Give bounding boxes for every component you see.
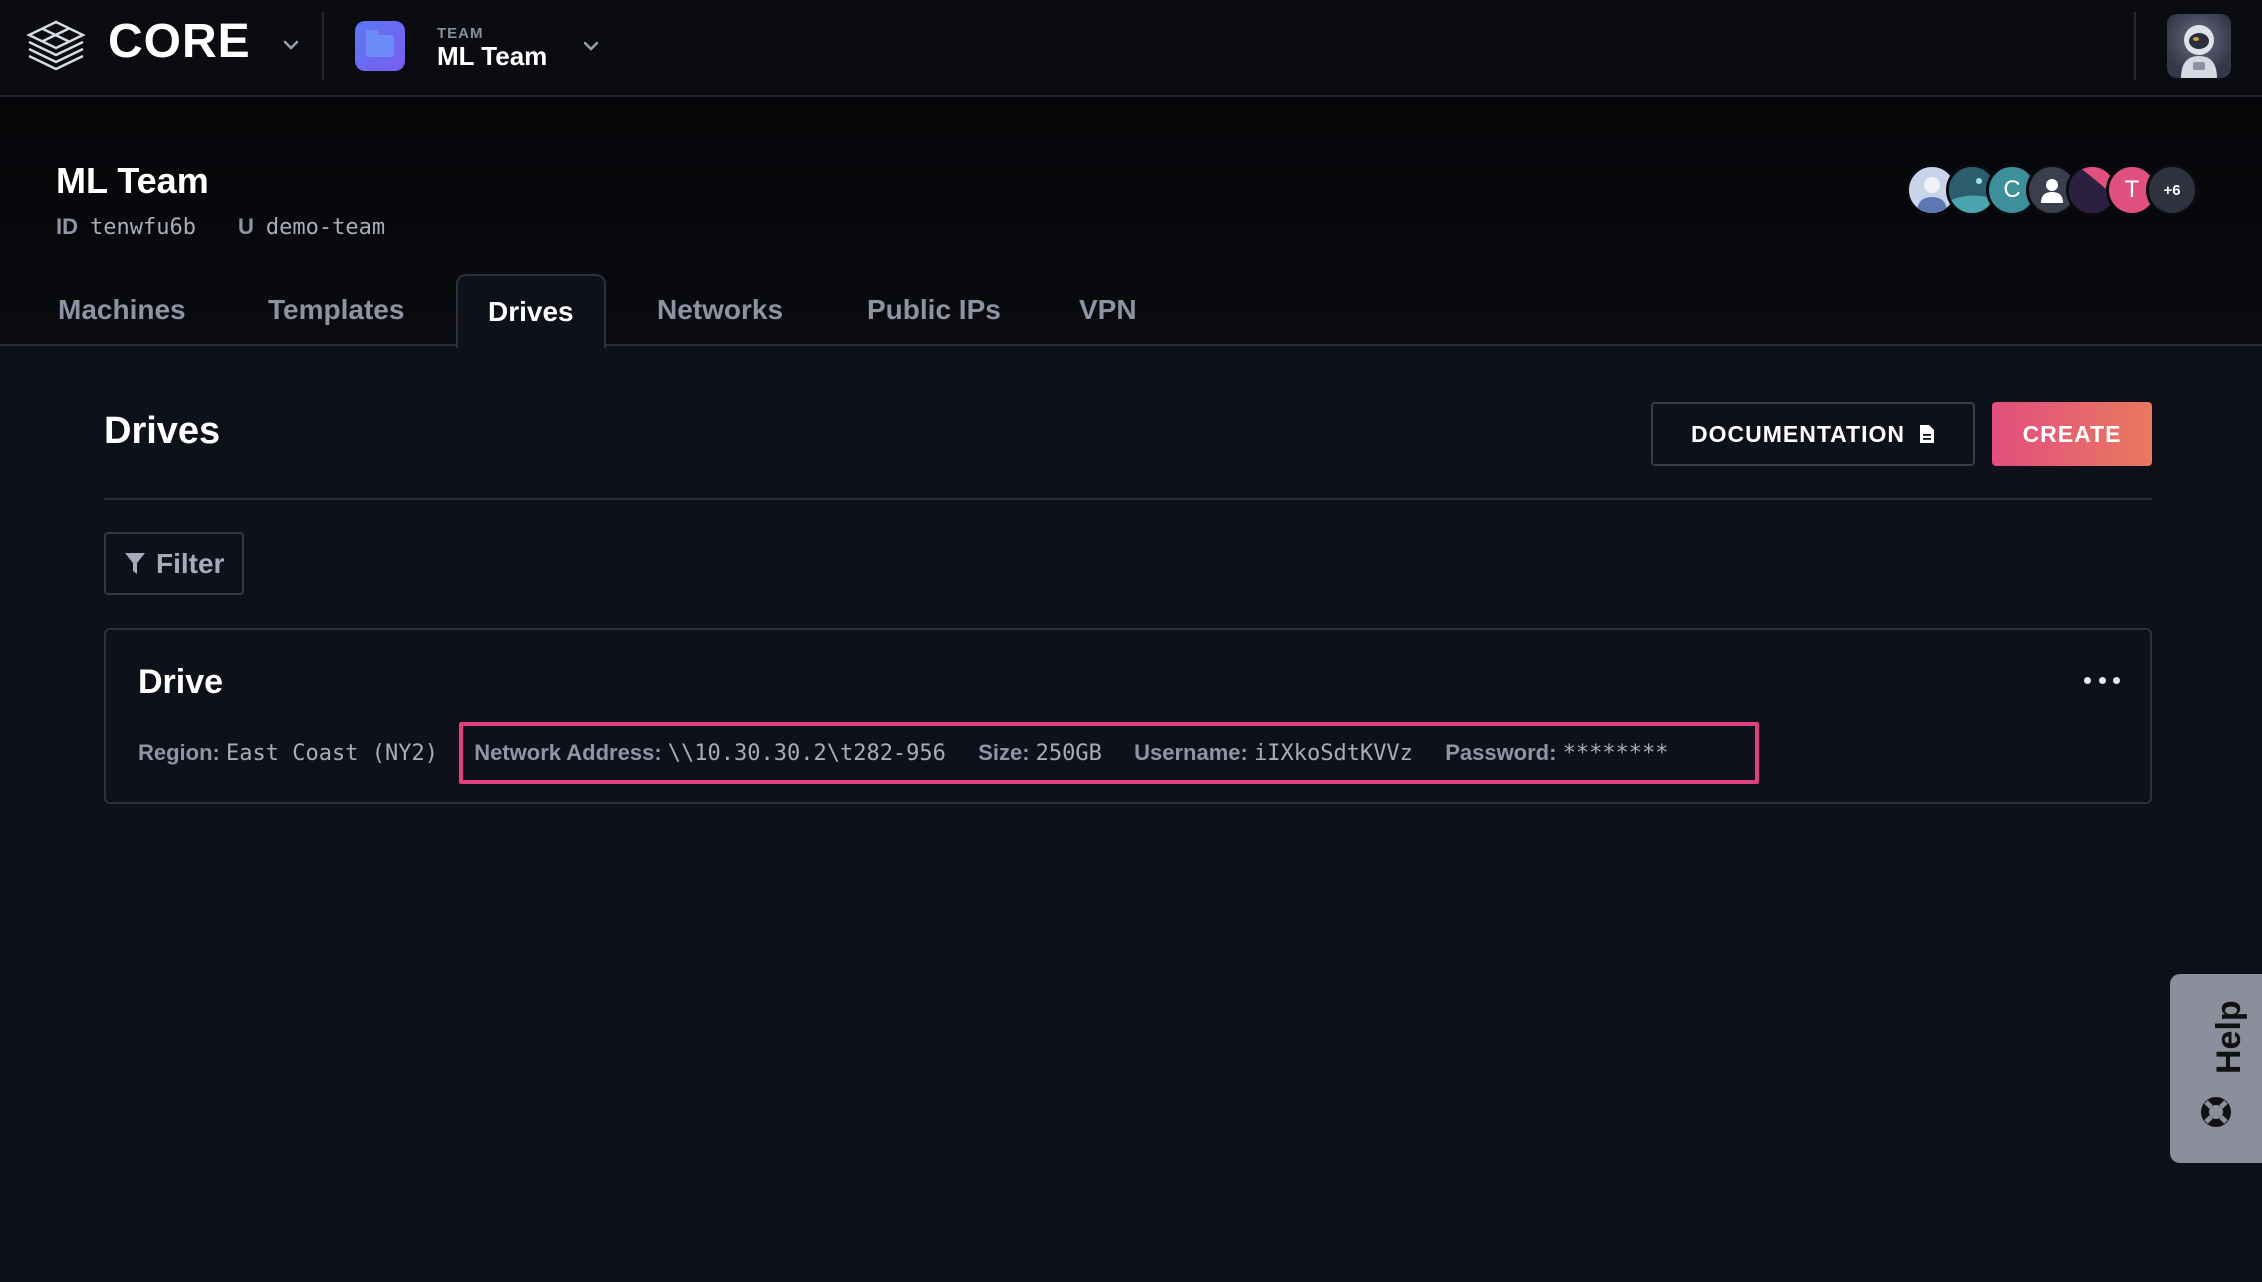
divider [2134, 12, 2136, 80]
tab-drives[interactable]: Drives [456, 274, 606, 348]
section-title: Drives [104, 410, 221, 452]
team-folder-icon[interactable] [355, 21, 405, 71]
network-address-label: Network Address: [474, 740, 662, 765]
tab-bar: Machines Templates Drives Networks Publi… [0, 274, 1200, 348]
tab-networks[interactable]: Networks [657, 274, 783, 346]
region-label: Region: [138, 740, 220, 765]
tab-vpn[interactable]: VPN [1079, 274, 1137, 346]
core-logo-icon[interactable] [25, 18, 87, 74]
member-initial: T [2124, 176, 2140, 203]
filter-icon [125, 552, 145, 574]
chevron-down-icon[interactable] [280, 34, 302, 56]
more-options-icon[interactable] [2084, 672, 2120, 688]
chevron-down-icon[interactable] [580, 35, 602, 57]
username-value[interactable]: iIXkoSdtKVVz [1254, 741, 1413, 766]
documentation-label: DOCUMENTATION [1690, 420, 1905, 447]
team-username-key: U [238, 214, 254, 239]
divider [322, 12, 324, 80]
team-username-value: demo-team [265, 215, 386, 240]
drive-title: Drive [138, 663, 224, 701]
drive-properties: Region: East Coast (NY2) Network Address… [138, 740, 1669, 766]
astronaut-icon [2181, 25, 2217, 78]
drive-card[interactable]: Drive Region: East Coast (NY2) Network A… [104, 628, 2152, 804]
team-username: Udemo-team [238, 214, 385, 240]
password-value[interactable]: ******** [1563, 741, 1669, 766]
tab-machines[interactable]: Machines [58, 274, 186, 346]
team-id: ID tenwfu6b [56, 214, 196, 240]
tab-public-ips[interactable]: Public IPs [867, 274, 1001, 346]
team-switcher-name[interactable]: ML Team [437, 41, 547, 72]
top-bar: CORE TEAM ML Team [0, 0, 2262, 97]
team-header: ML Team ID tenwfu6b Udemo-team C T +6 Mac… [0, 97, 2262, 348]
tab-templates[interactable]: Templates [268, 274, 404, 346]
team-members[interactable]: C T +6 [1906, 164, 2202, 216]
network-address-value[interactable]: \\10.30.30.2\t282-956 [668, 741, 946, 766]
password-label: Password: [1445, 740, 1557, 765]
create-label: CREATE [2022, 420, 2122, 447]
user-avatar[interactable] [2167, 14, 2231, 78]
team-id-key: ID [56, 214, 78, 239]
more-members-badge[interactable]: +6 [2146, 164, 2198, 216]
divider [104, 498, 2152, 500]
brand-name[interactable]: CORE [108, 14, 251, 69]
member-initial: C [2003, 176, 2021, 203]
region-value: East Coast (NY2) [226, 741, 438, 766]
size-label: Size: [978, 740, 1030, 765]
page-title: ML Team [56, 160, 209, 201]
documentation-button[interactable]: DOCUMENTATION [1651, 402, 1975, 466]
size-value: 250GB [1035, 741, 1102, 766]
team-id-value: tenwfu6b [90, 215, 196, 240]
filter-button[interactable]: Filter [104, 532, 244, 595]
person-icon [2041, 179, 2063, 203]
document-icon [1920, 425, 1934, 443]
help-label: Help [2210, 1000, 2248, 1074]
create-button[interactable]: CREATE [1992, 402, 2152, 466]
team-caption: TEAM [437, 25, 484, 42]
filter-label: Filter [156, 547, 225, 579]
lifebuoy-icon [2201, 1097, 2231, 1127]
help-button[interactable]: Help [2170, 974, 2262, 1163]
username-label: Username: [1134, 740, 1248, 765]
